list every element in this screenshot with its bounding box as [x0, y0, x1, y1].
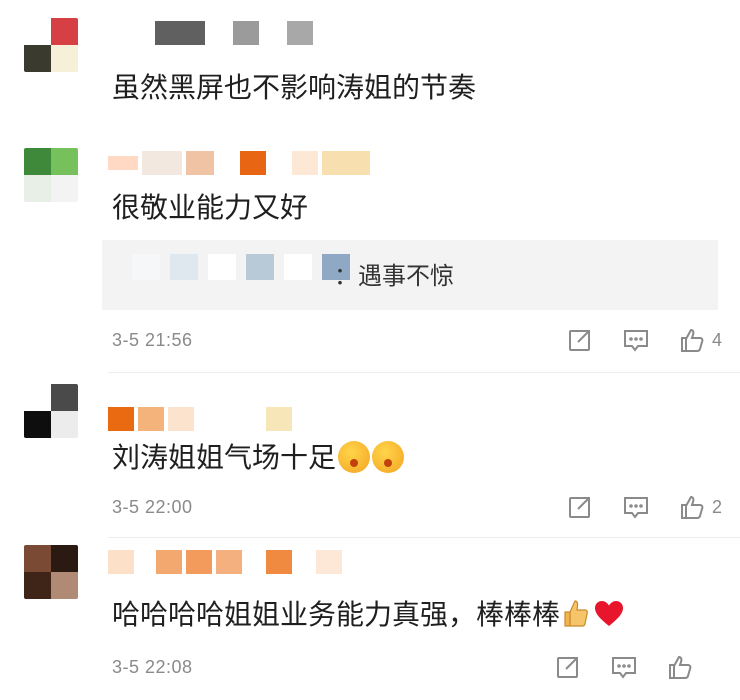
- share-button[interactable]: [566, 326, 594, 354]
- flushed-face-emoji-icon: [338, 441, 371, 473]
- reply-text: ：遇事不惊: [334, 262, 454, 290]
- like-button[interactable]: 2: [678, 493, 722, 521]
- share-icon: [568, 497, 590, 518]
- avatar-pixel: [51, 175, 78, 202]
- share-button[interactable]: [554, 653, 582, 681]
- avatar-pixel: [51, 545, 78, 572]
- comment-text-body: 哈哈哈哈姐姐业务能力真强，棒棒棒: [112, 598, 561, 631]
- thumbs-up-icon: [669, 655, 692, 679]
- comment-text: 虽然黑屏也不影响涛姐的节奏: [112, 71, 477, 104]
- like-button[interactable]: [666, 653, 694, 681]
- comment-button[interactable]: [610, 653, 638, 681]
- comment-text-body: 刘涛姐姐气场十足: [112, 441, 337, 474]
- comment-item-1: 虽然黑屏也不影响涛姐的节奏: [0, 0, 740, 130]
- divider: [108, 372, 740, 373]
- thumbs-up-icon: [680, 328, 704, 352]
- comment-button[interactable]: [622, 326, 650, 354]
- comment-actions: [526, 652, 694, 682]
- divider: [108, 537, 740, 538]
- reply-preview[interactable]: ：遇事不惊: [102, 240, 718, 310]
- avatar-pixel: [51, 18, 78, 45]
- avatar-pixel: [51, 411, 78, 438]
- like-button[interactable]: 4: [678, 326, 722, 354]
- avatar-pixel: [51, 572, 78, 599]
- timestamp: 3-5 22:00: [112, 496, 193, 517]
- comment-text: 很敬业能力又好: [112, 191, 309, 224]
- avatar-pixel: [51, 148, 78, 175]
- red-heart-emoji-icon: [595, 601, 624, 626]
- avatar[interactable]: [24, 384, 78, 438]
- share-icon: [557, 657, 578, 678]
- comment-icon: [612, 657, 636, 679]
- username-redacted[interactable]: [155, 20, 313, 46]
- comment-actions: 2: [538, 492, 722, 522]
- avatar-pixel: [24, 148, 51, 175]
- reply-username-redacted: [132, 254, 350, 280]
- timestamp: 3-5 22:08: [112, 656, 193, 677]
- avatar-pixel: [24, 18, 51, 45]
- avatar[interactable]: [24, 545, 78, 599]
- share-icon: [568, 330, 590, 351]
- timestamp: 3-5 21:56: [112, 329, 193, 350]
- share-button[interactable]: [566, 493, 594, 521]
- comment-icon: [623, 330, 648, 352]
- username-redacted[interactable]: [108, 549, 342, 575]
- thumbs-up-emoji-icon: [564, 600, 589, 627]
- avatar-pixel: [24, 384, 51, 411]
- thumbs-up-icon: [680, 495, 704, 519]
- avatar-pixel: [24, 545, 51, 572]
- comment-meta: 3-5 22:08: [112, 652, 722, 682]
- comment-button[interactable]: [622, 493, 650, 521]
- avatar-pixel: [51, 384, 78, 411]
- like-count: 2: [711, 496, 722, 517]
- comment-text: 哈哈哈哈姐姐业务能力真强，棒棒棒: [112, 597, 624, 633]
- flushed-face-emoji-icon: [372, 441, 405, 473]
- avatar[interactable]: [24, 148, 78, 202]
- avatar-pixel: [24, 572, 51, 599]
- avatar-pixel: [51, 45, 78, 72]
- avatar-pixel: [24, 175, 51, 202]
- avatar-pixel: [24, 411, 51, 438]
- like-count: 4: [711, 329, 722, 350]
- comment-meta: 3-5 21:56 4: [112, 325, 722, 355]
- comment-text: 刘涛姐姐气场十足: [112, 440, 405, 476]
- comment-actions: 4: [538, 325, 722, 355]
- avatar-pixel: [24, 45, 51, 72]
- comment-icon: [623, 497, 648, 519]
- avatar[interactable]: [24, 18, 78, 72]
- comment-meta: 3-5 22:00 2: [112, 492, 722, 522]
- username-redacted[interactable]: [108, 406, 292, 432]
- username-redacted[interactable]: [108, 150, 370, 176]
